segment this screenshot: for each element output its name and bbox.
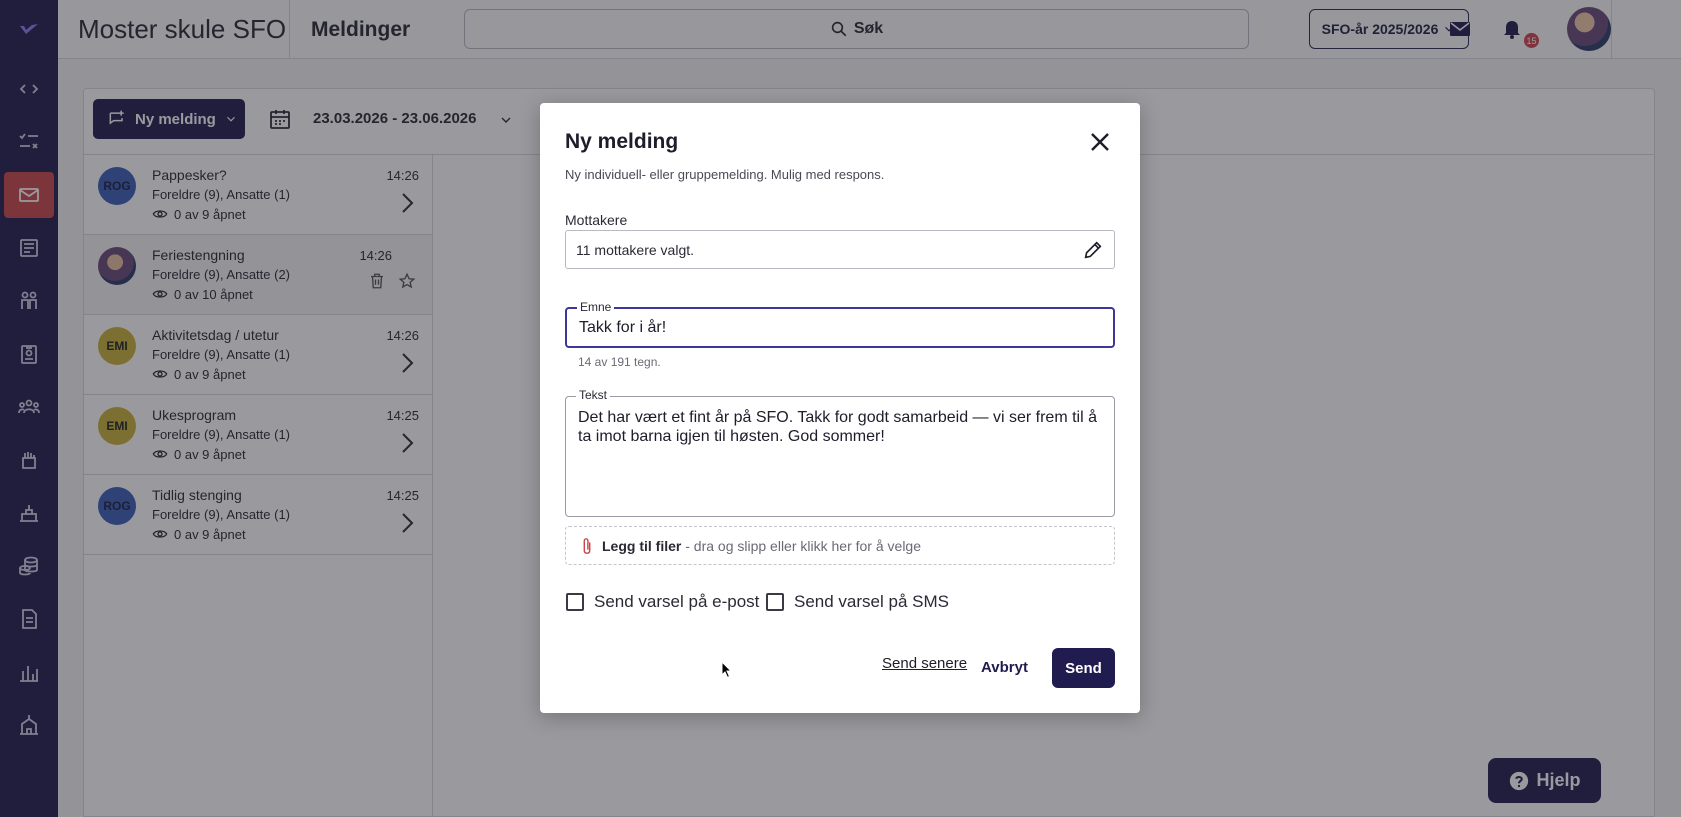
send-button[interactable]: Send — [1052, 648, 1115, 688]
message-text-field[interactable]: Tekst Det har vært et fint år på SFO. Ta… — [565, 388, 1115, 517]
attach-label: Legg til filer — [602, 537, 682, 554]
paperclip-icon — [583, 537, 591, 554]
close-icon[interactable] — [1088, 130, 1112, 154]
subject-value: Takk for i år! — [579, 319, 667, 336]
cancel-button[interactable]: Avbryt — [981, 659, 1028, 676]
send-later-button[interactable]: Send senere — [882, 655, 967, 672]
pencil-icon[interactable] — [1082, 239, 1104, 261]
checkbox[interactable] — [766, 593, 784, 611]
sms-notify-label: Send varsel på SMS — [794, 592, 949, 611]
email-notify-label: Send varsel på e-post — [594, 592, 760, 611]
recipients-value: 11 mottakere valgt. — [576, 241, 695, 258]
subject-field[interactable]: Emne Takk for i år! — [565, 300, 1115, 348]
subject-label: Emne — [577, 300, 615, 314]
text-label: Tekst — [576, 388, 611, 402]
recipients-label: Mottakere — [565, 212, 628, 228]
file-dropzone[interactable]: Legg til filer - dra og slipp eller klik… — [565, 526, 1115, 565]
email-notify-checkbox[interactable]: Send varsel på e-post — [566, 592, 759, 612]
dialog-subtitle: Ny individuell- eller gruppemelding. Mul… — [565, 167, 885, 182]
attach-hint: - dra og slipp eller klikk her for å vel… — [685, 537, 922, 554]
dialog-title: Ny melding — [565, 130, 679, 153]
text-value: Det har vært et fint år på SFO. Takk for… — [578, 409, 1097, 445]
new-message-dialog: Ny melding Ny individuell- eller gruppem… — [540, 103, 1140, 713]
char-counter: 14 av 191 tegn. — [578, 355, 661, 369]
sms-notify-checkbox[interactable]: Send varsel på SMS — [766, 592, 949, 612]
checkbox[interactable] — [566, 593, 584, 611]
recipients-field[interactable]: 11 mottakere valgt. — [565, 230, 1115, 269]
mouse-cursor-icon — [721, 661, 733, 679]
